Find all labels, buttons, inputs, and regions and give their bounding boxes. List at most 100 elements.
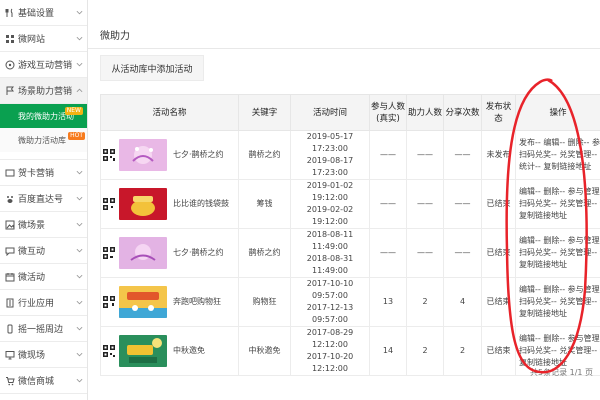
monitor-icon — [4, 349, 15, 360]
gamepad-icon — [4, 59, 15, 70]
operations-line[interactable]: 扫码兑奖-- 兑奖管理-- 统计-- — [519, 247, 600, 259]
chevron-up-icon — [76, 88, 83, 93]
chevron-down-icon — [76, 196, 83, 201]
cart-icon — [4, 375, 15, 386]
activity-name: 奔跑吧购物狂 — [173, 297, 221, 306]
helpers-cell: —— — [406, 130, 444, 180]
participants-cell: —— — [369, 179, 407, 229]
table-row: 七夕·鹊桥之约 鹊桥之约 2019-05-17 17:23:00 2019-08-… — [100, 130, 600, 180]
sidebar: 基础设置 微网站 游戏互动营销 场景助力营销 我的微助力活动 NEW 微助力活动… — [0, 0, 88, 400]
operations-line[interactable]: 复制链接地址 — [519, 259, 600, 271]
time-start: 2017-08-29 12:12:00 — [306, 328, 354, 349]
operations-cell[interactable]: 编辑-- 删除-- 参与管理-- 扫码兑奖-- 兑奖管理-- 统计-- 复制链接… — [515, 179, 600, 229]
table-header-row: 活动名称 关键字 活动时间 参与人数(真实) 助力人数 分享次数 发布状态 操作 — [100, 94, 600, 131]
chevron-down-icon — [76, 248, 83, 253]
column-header: 活动时间 — [290, 94, 370, 131]
table-row: 奔跑吧购物狂 购物狂 2017-10-10 09:57:00 2017-12-13… — [100, 277, 600, 327]
chevron-down-icon — [76, 36, 83, 41]
sidebar-item-greeting-card[interactable]: 贺卡营销 — [0, 160, 87, 186]
sidebar-item-micro-scene[interactable]: 微场景 — [0, 212, 87, 238]
activity-thumbnail — [119, 237, 167, 269]
sidebar-item-micro-site[interactable]: 微网站 — [0, 26, 87, 52]
operations-line[interactable]: 扫码兑奖-- 兑奖管理-- 统计-- — [519, 198, 600, 210]
card-icon — [4, 167, 15, 178]
operations-line[interactable]: 发布-- 编辑-- 删除-- 参与管理-- — [519, 137, 600, 149]
operations-line[interactable]: 编辑-- 删除-- 参与管理-- — [519, 333, 600, 345]
time-start: 2019-05-17 17:23:00 — [306, 132, 354, 153]
sidebar-item-label: 微互动 — [18, 247, 46, 257]
sidebar-item-shake-nearby[interactable]: 摇一摇周边 — [0, 316, 87, 342]
sidebar-item-label: 贺卡营销 — [18, 169, 55, 179]
sidebar-item-game-marketing[interactable]: 游戏互动营销 — [0, 52, 87, 78]
calendar-icon — [4, 271, 15, 282]
sidebar-subitem-my-boost-activities[interactable]: 我的微助力活动 NEW — [0, 104, 87, 128]
activity-thumbnail — [119, 139, 167, 171]
operations-line[interactable]: 统计-- 复制链接地址 — [519, 161, 600, 173]
sidebar-item-micro-interact[interactable]: 微互动 — [0, 238, 87, 264]
operations-cell[interactable]: 发布-- 编辑-- 删除-- 参与管理-- 扫码兑奖-- 兑奖管理-- 统计--… — [515, 130, 600, 180]
sidebar-item-label: 微网站 — [18, 35, 46, 45]
operations-line[interactable]: 复制链接地址 — [519, 308, 600, 320]
helpers-cell: 2 — [406, 326, 444, 376]
operations-cell[interactable]: 编辑-- 删除-- 参与管理-- 扫码兑奖-- 兑奖管理-- 统计-- 复制链接… — [515, 228, 600, 278]
keyword-cell: 鹊桥之约 — [238, 130, 291, 180]
table-row: 中秋邀免 中秋邀免 2017-08-29 12:12:00 2017-10-20 … — [100, 326, 600, 376]
chevron-down-icon — [76, 170, 83, 175]
operations-cell[interactable]: 编辑-- 删除-- 参与管理-- 扫码兑奖-- 兑奖管理-- 统计-- 复制链接… — [515, 277, 600, 327]
activity-name-cell: 七夕·鹊桥之约 — [101, 237, 238, 269]
sidebar-item-label: 基础设置 — [18, 9, 55, 19]
column-header: 操作 — [515, 94, 600, 131]
sidebar-item-scene-boost-marketing[interactable]: 场景助力营销 — [0, 78, 87, 104]
time-start: 2018-08-11 11:49:00 — [306, 230, 354, 251]
activity-table: 活动名称 关键字 活动时间 参与人数(真实) 助力人数 分享次数 发布状态 操作… — [100, 94, 600, 376]
phone-icon — [4, 323, 15, 334]
keyword-cell: 购物狂 — [238, 277, 291, 327]
sidebar-item-micro-live[interactable]: 微现场 — [0, 342, 87, 368]
status-cell: 已结束 — [481, 277, 516, 327]
divider — [88, 48, 600, 49]
operations-line[interactable]: 编辑-- 删除-- 参与管理-- — [519, 235, 600, 247]
sidebar-item-industry-apps[interactable]: 行业应用 — [0, 290, 87, 316]
sidebar-item-micro-activity[interactable]: 微活动 — [0, 264, 87, 290]
chevron-down-icon — [76, 352, 83, 357]
participants-cell: 13 — [369, 277, 407, 327]
sidebar-item-label: 微场景 — [18, 221, 46, 231]
qr-code-icon[interactable] — [103, 198, 115, 210]
activity-name-cell: 奔跑吧购物狂 — [101, 286, 238, 318]
add-from-library-button[interactable]: 从活动库中添加活动 — [100, 55, 204, 81]
qr-code-icon[interactable] — [103, 247, 115, 259]
paw-icon — [4, 193, 15, 204]
operations-line[interactable]: 编辑-- 删除-- 参与管理-- — [519, 284, 600, 296]
operations-line[interactable]: 扫码兑奖-- 兑奖管理-- 统计-- — [519, 345, 600, 357]
column-header: 关键字 — [238, 94, 291, 131]
operations-line[interactable]: 复制链接地址 — [519, 210, 600, 222]
qr-code-icon[interactable] — [103, 345, 115, 357]
sidebar-item-wechat-mall[interactable]: 微信商城 — [0, 368, 87, 394]
sidebar-item-label: 摇一摇周边 — [18, 325, 64, 335]
sidebar-item-basic-settings[interactable]: 基础设置 — [0, 0, 87, 26]
grid-icon — [4, 33, 15, 44]
time-cell: 2019-01-02 19:12:00 2019-02-02 19:12:00 — [290, 179, 370, 229]
operations-line[interactable]: 编辑-- 删除-- 参与管理-- — [519, 186, 600, 198]
activity-name: 七夕·鹊桥之约 — [173, 150, 224, 159]
qr-code-icon[interactable] — [103, 149, 115, 161]
sidebar-item-label: 场景助力营销 — [18, 87, 73, 97]
qr-code-icon[interactable] — [103, 296, 115, 308]
operations-line[interactable]: 扫码兑奖-- 兑奖管理-- — [519, 149, 600, 161]
sidebar-subitem-boost-library[interactable]: 微助力活动库 HOT — [0, 128, 87, 152]
chevron-down-icon — [76, 10, 83, 15]
activity-name-cell: 比比谁的钱袋鼓 — [101, 188, 238, 220]
column-header: 分享次数 — [443, 94, 482, 131]
chevron-down-icon — [76, 222, 83, 227]
time-end: 2017-12-13 09:57:00 — [306, 303, 354, 324]
activity-thumbnail — [119, 188, 167, 220]
time-end: 2019-08-17 17:23:00 — [306, 156, 354, 177]
time-start: 2019-01-02 19:12:00 — [306, 181, 354, 202]
sidebar-item-baidu[interactable]: 百度直达号 — [0, 186, 87, 212]
keyword-cell: 中秋邀免 — [238, 326, 291, 376]
hot-badge: HOT — [68, 132, 85, 140]
operations-line[interactable]: 扫码兑奖-- 兑奖管理-- 统计-- — [519, 296, 600, 308]
activity-name: 七夕·鹊桥之约 — [173, 248, 224, 257]
column-header: 活动名称 — [100, 94, 239, 131]
helpers-cell: —— — [406, 228, 444, 278]
